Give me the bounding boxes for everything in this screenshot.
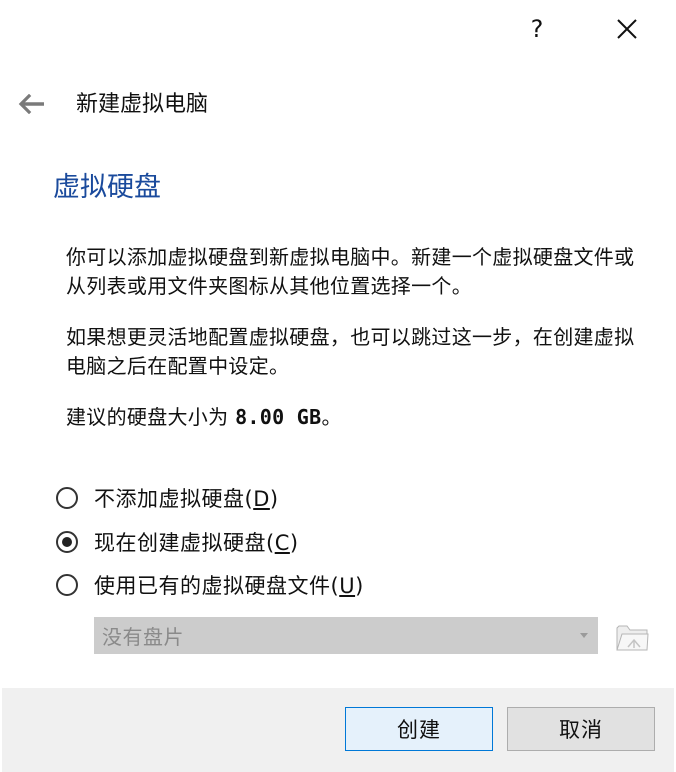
- close-icon: [617, 19, 637, 39]
- radio-option-create-disk[interactable]: 现在创建虚拟硬盘(C): [56, 525, 299, 559]
- page-heading: 虚拟硬盘: [53, 172, 161, 203]
- chevron-down-icon: [580, 633, 588, 638]
- dialog-footer: 创建 取消: [2, 688, 674, 772]
- radio-button[interactable]: [56, 487, 78, 509]
- recommended-size-value: 8.00 GB: [235, 405, 322, 429]
- folder-open-icon: [616, 625, 649, 651]
- recommended-size-text: 建议的硬盘大小为 8.00 GB。: [66, 403, 646, 432]
- description-paragraph: 你可以添加虚拟硬盘到新虚拟电脑中。新建一个虚拟硬盘文件或从列表或用文件夹图标从其…: [66, 245, 635, 298]
- close-button[interactable]: [609, 12, 645, 46]
- back-button[interactable]: [16, 89, 48, 119]
- radio-label: 使用已有的虚拟硬盘文件(U): [94, 574, 364, 598]
- skip-hint-paragraph: 如果想更灵活地配置虚拟硬盘，也可以跳过这一步，在创建虚拟电脑之后在配置中设定。: [66, 325, 635, 378]
- create-button[interactable]: 创建: [345, 707, 493, 751]
- choose-disk-file-button[interactable]: [614, 619, 650, 653]
- disk-file-select[interactable]: 没有盘片: [94, 617, 598, 654]
- disk-file-select-value: 没有盘片: [102, 625, 184, 649]
- radio-button[interactable]: [56, 574, 78, 596]
- cancel-button[interactable]: 取消: [507, 707, 655, 751]
- help-button[interactable]: ?: [522, 12, 552, 46]
- recommended-size-prefix: 建议的硬盘大小为: [66, 405, 236, 429]
- radio-label: 现在创建虚拟硬盘(C): [94, 531, 299, 555]
- wizard-title: 新建虚拟电脑: [76, 92, 209, 117]
- recommended-size-suffix: 。: [321, 405, 342, 429]
- arrow-left-icon: [18, 94, 44, 114]
- radio-option-no-disk[interactable]: 不添加虚拟硬盘(D): [56, 481, 279, 515]
- radio-option-existing-disk[interactable]: 使用已有的虚拟硬盘文件(U): [56, 568, 364, 602]
- radio-button[interactable]: [56, 531, 78, 553]
- radio-label: 不添加虚拟硬盘(D): [94, 487, 279, 511]
